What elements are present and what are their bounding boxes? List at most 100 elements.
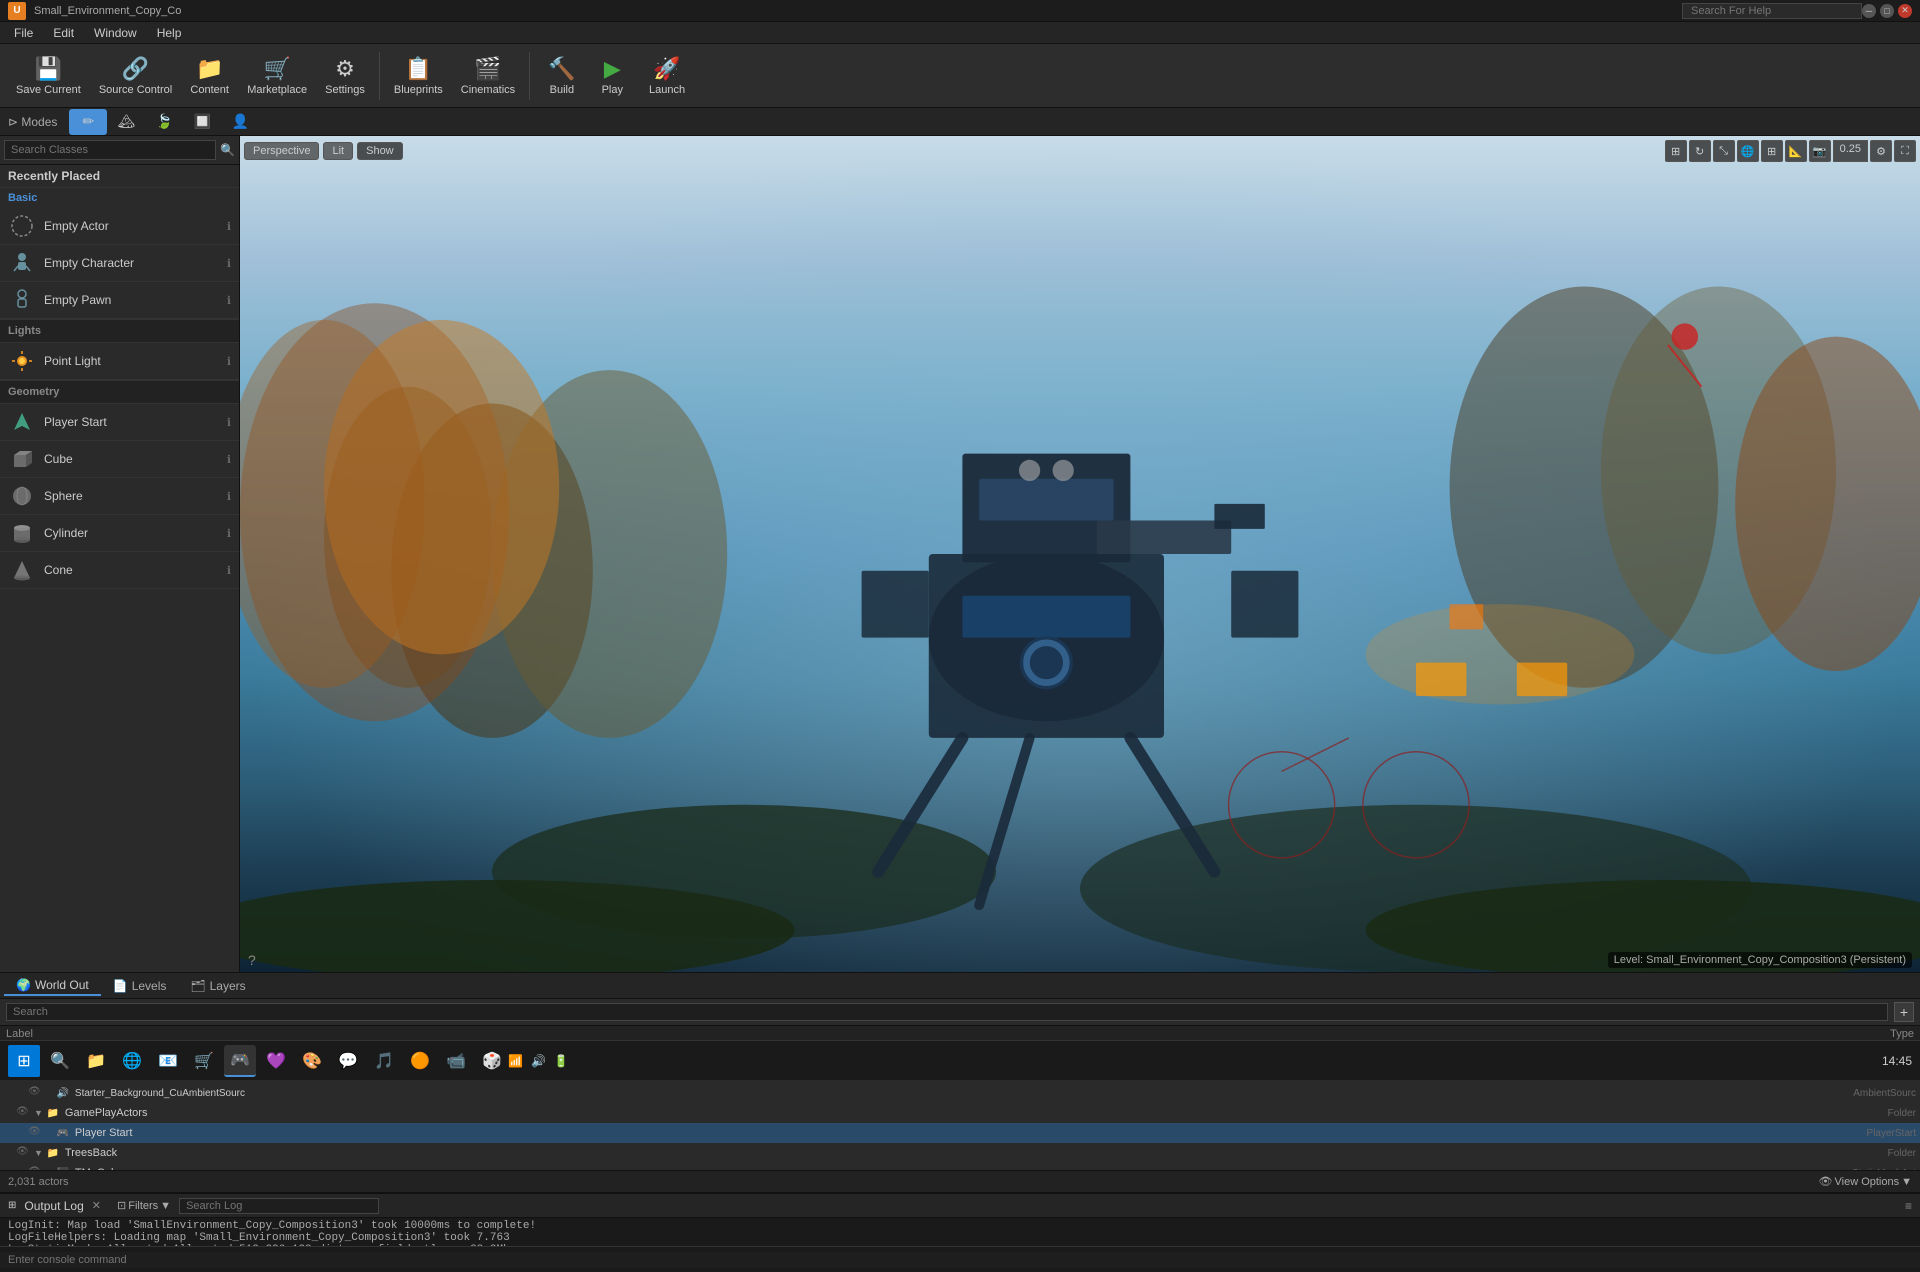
output-log-tab[interactable]: Output Log bbox=[24, 1199, 83, 1213]
taskbar-browser-icon[interactable]: 🌐 bbox=[116, 1045, 148, 1077]
taskbar-file-explorer-icon[interactable]: 📁 bbox=[80, 1045, 112, 1077]
mode-foliage-button[interactable]: 🍃 bbox=[145, 109, 183, 135]
content-button[interactable]: 📁 Content bbox=[182, 52, 237, 100]
tab-levels[interactable]: 📄 Levels bbox=[101, 977, 179, 995]
actor-cube-info[interactable]: ℹ bbox=[227, 453, 231, 466]
taskbar-clock[interactable]: 14:45 bbox=[1882, 1054, 1912, 1068]
actor-point-light-info[interactable]: ℹ bbox=[227, 355, 231, 368]
search-help-input[interactable] bbox=[1682, 3, 1862, 19]
taskbar-discord-icon[interactable]: 💬 bbox=[332, 1045, 364, 1077]
view-options-button[interactable]: 👁 View Options ▼ bbox=[1819, 1175, 1912, 1188]
cinematics-button[interactable]: 🎬 Cinematics bbox=[453, 52, 523, 100]
category-basic[interactable]: Basic bbox=[0, 188, 239, 208]
scale-icon[interactable]: ⤡ bbox=[1713, 140, 1735, 162]
lit-button[interactable]: Lit bbox=[323, 142, 353, 160]
actor-empty-actor[interactable]: Empty Actor ℹ bbox=[0, 208, 239, 245]
actor-cylinder[interactable]: Cylinder ℹ bbox=[0, 515, 239, 552]
taskbar-visual-studio-icon[interactable]: 💜 bbox=[260, 1045, 292, 1077]
search-classes-input[interactable] bbox=[4, 140, 216, 160]
eye-gameplay-actors[interactable]: 👁 bbox=[16, 1106, 30, 1120]
eye-starter-bg[interactable]: 👁 bbox=[28, 1086, 42, 1100]
taskbar-photoshop-icon[interactable]: 🎨 bbox=[296, 1045, 328, 1077]
outliner-search-input[interactable] bbox=[6, 1003, 1888, 1021]
fullscreen-icon[interactable]: ⛶ bbox=[1894, 140, 1916, 162]
actor-sphere[interactable]: Sphere ℹ bbox=[0, 478, 239, 515]
camera-icon[interactable]: 📷 bbox=[1809, 140, 1831, 162]
menu-window[interactable]: Window bbox=[84, 24, 147, 42]
actor-cone[interactable]: Cone ℹ bbox=[0, 552, 239, 589]
log-options-icon[interactable]: ≡ bbox=[1905, 1199, 1912, 1213]
filters-button[interactable]: ⊡ Filters ▼ bbox=[117, 1199, 171, 1212]
sound-icon[interactable]: 🔊 bbox=[531, 1054, 546, 1068]
snap-icon[interactable]: 📐 bbox=[1785, 140, 1807, 162]
menu-edit[interactable]: Edit bbox=[43, 24, 84, 42]
translate-icon[interactable]: ⊞ bbox=[1665, 140, 1687, 162]
taskbar-search-icon[interactable]: 🔍 bbox=[44, 1045, 76, 1077]
outliner-row-tm-cube[interactable]: 👁 ▶ ⬛ TM_Cube StaticMeshAct bbox=[0, 1163, 1920, 1170]
taskbar-unreal-icon[interactable]: 🎮 bbox=[224, 1045, 256, 1077]
taskbar-store-icon[interactable]: 🛒 bbox=[188, 1045, 220, 1077]
actor-empty-pawn[interactable]: Empty Pawn ℹ bbox=[0, 282, 239, 319]
search-classes-icon[interactable]: 🔍 bbox=[220, 143, 235, 157]
outliner-row-player-start[interactable]: 👁 ▶ 🎮 Player Start PlayerStart bbox=[0, 1123, 1920, 1143]
build-button[interactable]: 🔨 Build bbox=[536, 52, 587, 100]
launch-button[interactable]: 🚀 Launch bbox=[637, 52, 697, 100]
eye-treesback[interactable]: 👁 bbox=[16, 1146, 30, 1160]
expand-treesback[interactable]: ▼ bbox=[34, 1148, 43, 1158]
actor-point-light[interactable]: Point Light ℹ bbox=[0, 343, 239, 380]
mode-select-button[interactable]: ✏ bbox=[69, 109, 107, 135]
taskbar-obs-icon[interactable]: 📹 bbox=[440, 1045, 472, 1077]
actor-empty-pawn-info[interactable]: ℹ bbox=[227, 294, 231, 307]
actor-empty-actor-info[interactable]: ℹ bbox=[227, 220, 231, 233]
console-command-input[interactable] bbox=[0, 1252, 1920, 1268]
mode-landscape-button[interactable]: 🏔 bbox=[107, 109, 145, 135]
actor-player-start[interactable]: Player Start ℹ bbox=[0, 404, 239, 441]
grid-icon[interactable]: ⊞ bbox=[1761, 140, 1783, 162]
outliner-row-gameplay-actors[interactable]: 👁 ▼ 📁 GamePlayActors Folder bbox=[0, 1103, 1920, 1123]
actor-empty-character-info[interactable]: ℹ bbox=[227, 257, 231, 270]
blueprints-button[interactable]: 📋 Blueprints bbox=[386, 52, 451, 100]
log-search-input[interactable] bbox=[179, 1198, 379, 1214]
source-control-button[interactable]: 🔗 Source Control bbox=[91, 52, 180, 100]
show-button[interactable]: Show bbox=[357, 142, 403, 160]
marketplace-button[interactable]: 🛒 Marketplace bbox=[239, 52, 315, 100]
tab-layers[interactable]: 🗂 Layers bbox=[178, 977, 257, 995]
viewport-options-icon[interactable]: ⚙ bbox=[1870, 140, 1892, 162]
modes-label[interactable]: ⊳ Modes bbox=[8, 115, 57, 129]
menu-file[interactable]: File bbox=[4, 24, 43, 42]
taskbar-mail-icon[interactable]: 📧 bbox=[152, 1045, 184, 1077]
maximize-button[interactable]: □ bbox=[1880, 4, 1894, 18]
output-log-close[interactable]: ✕ bbox=[92, 1199, 101, 1212]
eye-player-start[interactable]: 👁 bbox=[28, 1126, 42, 1140]
network-icon[interactable]: 📶 bbox=[508, 1054, 523, 1068]
expand-gameplay-actors[interactable]: ▼ bbox=[34, 1108, 43, 1118]
settings-button[interactable]: ⚙ Settings bbox=[317, 52, 373, 100]
play-button[interactable]: ▶ Play bbox=[590, 52, 635, 100]
minimize-button[interactable]: ─ bbox=[1862, 4, 1876, 18]
actor-sphere-info[interactable]: ℹ bbox=[227, 490, 231, 503]
taskbar-steam-icon[interactable]: 🎲 bbox=[476, 1045, 508, 1077]
rotate-icon[interactable]: ↻ bbox=[1689, 140, 1711, 162]
taskbar-chrome-icon[interactable]: 🟠 bbox=[404, 1045, 436, 1077]
world-icon[interactable]: 🌐 bbox=[1737, 140, 1759, 162]
mode-paint-button[interactable]: 👤 bbox=[221, 109, 259, 135]
viewport-help-icon[interactable]: ? bbox=[248, 952, 256, 968]
tab-world-out[interactable]: 🌍 World Out bbox=[4, 976, 101, 996]
outliner-row-treesback[interactable]: 👁 ▼ 📁 TreesBack Folder bbox=[0, 1143, 1920, 1163]
viewport[interactable]: Perspective Lit Show ⊞ ↻ ⤡ 🌐 ⊞ 📐 📷 0.25 … bbox=[240, 136, 1920, 972]
menu-help[interactable]: Help bbox=[147, 24, 192, 42]
close-button[interactable]: ✕ bbox=[1898, 4, 1912, 18]
actor-cone-info[interactable]: ℹ bbox=[227, 564, 231, 577]
outliner-row-starter-bg[interactable]: 👁 ▶ 🔊 Starter_Background_CuAmbientSourc … bbox=[0, 1083, 1920, 1103]
battery-icon[interactable]: 🔋 bbox=[554, 1054, 569, 1068]
actor-cylinder-info[interactable]: ℹ bbox=[227, 527, 231, 540]
perspective-button[interactable]: Perspective bbox=[244, 142, 319, 160]
actor-player-start-info[interactable]: ℹ bbox=[227, 416, 231, 429]
outliner-add-button[interactable]: + bbox=[1894, 1002, 1914, 1022]
actor-cube[interactable]: Cube ℹ bbox=[0, 441, 239, 478]
save-current-button[interactable]: 💾 Save Current bbox=[8, 52, 89, 100]
start-button[interactable]: ⊞ bbox=[8, 1045, 40, 1077]
taskbar-spotify-icon[interactable]: 🎵 bbox=[368, 1045, 400, 1077]
mode-geometry-button[interactable]: 🔲 bbox=[183, 109, 221, 135]
actor-empty-character[interactable]: Empty Character ℹ bbox=[0, 245, 239, 282]
